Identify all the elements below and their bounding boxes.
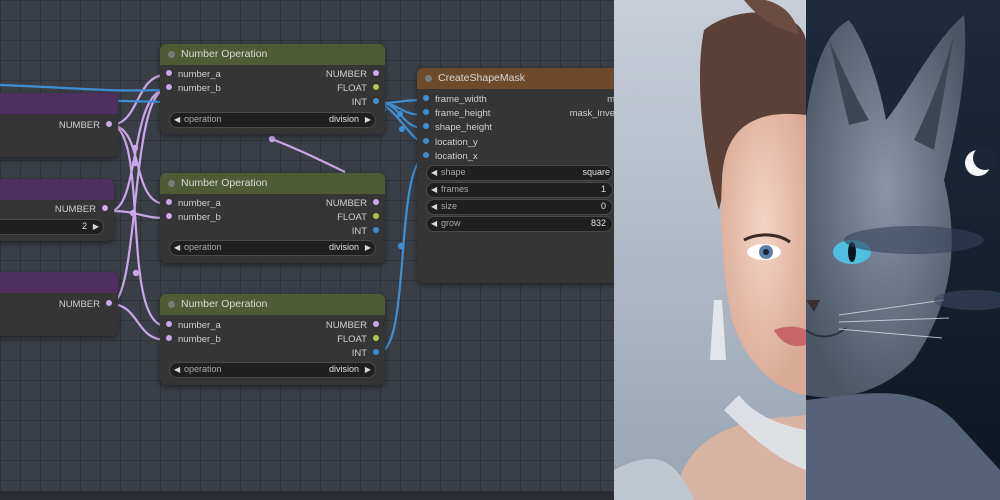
number-operation-node-3[interactable]: Number Operation number_a number_b NUMBE…	[160, 294, 385, 385]
shape-select[interactable]: ◀ shape square	[426, 165, 613, 181]
next-arrow-icon[interactable]: ▶	[365, 241, 371, 254]
input-number-a[interactable]: number_a	[166, 319, 221, 333]
left-number-node-1[interactable]: NUMBER	[0, 93, 118, 157]
node-header[interactable]: Number Operation	[160, 44, 385, 65]
output-mask-inverted[interactable]: mask_inve	[570, 107, 614, 121]
node-header[interactable]	[0, 93, 118, 114]
node-header[interactable]: CreateShapeMask	[417, 68, 614, 89]
wire-number-2b	[109, 209, 167, 220]
output-number[interactable]: NUMBER	[326, 319, 379, 333]
prev-arrow-icon[interactable]: ◀	[174, 113, 180, 126]
output-int[interactable]: INT	[352, 347, 379, 361]
preview-image	[614, 0, 1000, 500]
collapse-dot-icon[interactable]	[425, 75, 432, 82]
create-shape-mask-node[interactable]: CreateShapeMask frame_width frame_height…	[417, 68, 614, 283]
left-number-node-3[interactable]: NUMBER	[0, 272, 118, 336]
operation-select[interactable]: ◀ operation division ▶	[169, 240, 376, 256]
node-header[interactable]	[0, 179, 114, 200]
output-int[interactable]: INT	[352, 225, 379, 239]
socket-in[interactable]	[166, 70, 172, 77]
node-header[interactable]: Number Operation	[160, 294, 385, 315]
node-graph-canvas[interactable]: NUMBER NUMBER 2 ▶ NUMBER Number Operatio…	[0, 0, 614, 500]
frames-stepper[interactable]: ◀ frames 1	[426, 182, 613, 198]
output-number[interactable]: NUMBER	[59, 119, 112, 133]
input-number-a[interactable]: number_a	[166, 68, 221, 82]
next-arrow-icon[interactable]: ▶	[365, 113, 371, 126]
number-operation-node-1[interactable]: Number Operation number_a number_b NUMBE…	[160, 44, 385, 134]
collapse-dot-icon[interactable]	[168, 180, 175, 187]
prev-arrow-icon[interactable]: ◀	[174, 241, 180, 254]
collapse-dot-icon[interactable]	[168, 51, 175, 58]
input-location-x[interactable]: location_x	[423, 150, 478, 164]
socket-number-out[interactable]	[102, 205, 108, 212]
operation-select[interactable]: ◀ operation division ▶	[169, 112, 376, 128]
output-float[interactable]: FLOAT	[337, 82, 379, 96]
output-number[interactable]: NUMBER	[326, 197, 379, 211]
input-location-y[interactable]: location_y	[423, 136, 478, 150]
wire-int-top-left	[0, 83, 161, 92]
socket-number-out[interactable]	[106, 121, 112, 128]
node-header[interactable]	[0, 272, 118, 293]
collapse-dot-icon[interactable]	[168, 301, 175, 308]
next-arrow-icon[interactable]: ▶	[365, 363, 371, 376]
size-stepper[interactable]: ◀ size 0	[426, 199, 613, 215]
grow-stepper[interactable]: ◀ grow 832	[426, 216, 613, 232]
socket-number-out[interactable]	[106, 300, 112, 307]
number-operation-node-2[interactable]: Number Operation number_a number_b NUMBE…	[160, 173, 385, 263]
input-frame-width[interactable]: frame_width	[423, 93, 487, 107]
prev-arrow-icon[interactable]: ◀	[174, 363, 180, 376]
value-stepper[interactable]: 2 ▶	[0, 219, 104, 235]
node-header[interactable]: Number Operation	[160, 173, 385, 194]
preview-image-art	[614, 0, 1000, 500]
left-number-node-2[interactable]: NUMBER 2 ▶	[0, 179, 114, 241]
output-mask[interactable]: m	[607, 93, 614, 107]
bottom-bar	[0, 491, 614, 500]
socket-in[interactable]	[166, 84, 172, 91]
output-number[interactable]: NUMBER	[59, 298, 112, 312]
input-number-b[interactable]: number_b	[166, 333, 221, 347]
operation-select[interactable]: ◀ operation division ▶	[169, 362, 376, 378]
wire-number-2a	[109, 88, 167, 213]
input-frame-height[interactable]: frame_height	[423, 107, 490, 121]
output-number[interactable]: NUMBER	[55, 203, 108, 217]
input-number-a[interactable]: number_a	[166, 197, 221, 211]
wire-number-to-mask	[271, 137, 346, 173]
output-int[interactable]: INT	[352, 96, 379, 110]
output-number[interactable]: NUMBER	[326, 68, 379, 82]
input-shape-height[interactable]: shape_height	[423, 121, 492, 135]
output-float[interactable]: FLOAT	[337, 333, 379, 347]
output-float[interactable]: FLOAT	[337, 211, 379, 225]
increment-arrow-icon[interactable]: ▶	[93, 220, 99, 233]
input-number-b[interactable]: number_b	[166, 82, 221, 96]
input-number-b[interactable]: number_b	[166, 211, 221, 225]
